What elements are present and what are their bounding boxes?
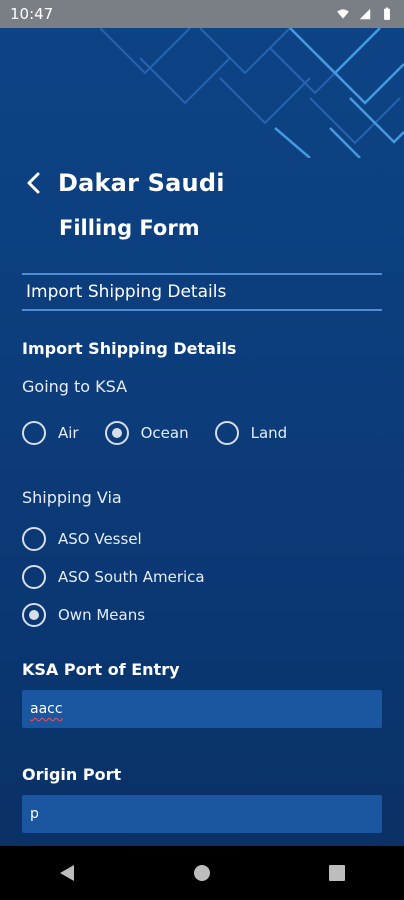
status-time: 10:47 [10,5,54,23]
status-bar: 10:47 [0,0,404,28]
radio-own-means[interactable]: Own Means [22,603,145,627]
header-row: Dakar Saudi [24,165,225,201]
radio-circle[interactable] [22,565,46,589]
radio-label-air: Air [58,424,79,442]
radio-circle[interactable] [22,421,46,445]
home-icon [193,865,210,881]
radio-aso-vessel[interactable]: ASO Vessel [22,527,142,551]
header-pattern [100,28,404,158]
app-screen: 10:47 Dakar Saudi Filling Form Import Sh… [0,0,404,900]
signal-icon [359,8,371,20]
shipping-via-label: Shipping Via [22,488,122,507]
going-to-ksa-label: Going to KSA [22,377,128,396]
radio-circle-selected[interactable] [104,421,129,445]
ksa-port-value: aacc [30,701,63,717]
wifi-icon [337,9,349,19]
radio-label-aso-south-america: ASO South America [58,568,205,586]
back-icon [60,865,75,881]
radio-label-ocean: Ocean [140,424,189,442]
ksa-port-input[interactable]: aacc [22,690,382,728]
radio-circle[interactable] [214,421,239,445]
system-nav-bar [0,846,404,900]
page-title: Dakar Saudi [58,169,225,197]
going-to-ksa-radio-group: Air Ocean Land [22,421,287,445]
radio-circle[interactable] [22,527,46,551]
nav-recents-button[interactable] [315,851,359,895]
page-subtitle: Filling Form [59,216,200,240]
status-icons [336,7,394,21]
radio-label-own-means: Own Means [58,606,146,624]
nav-back-button[interactable] [45,851,89,895]
radio-label-aso-vessel: ASO Vessel [58,530,142,548]
back-arrow-icon[interactable] [24,171,44,195]
radio-circle-selected[interactable] [22,603,46,627]
radio-label-land: Land [250,424,288,442]
section-heading: Import Shipping Details [22,339,237,358]
radio-aso-south-america[interactable]: ASO South America [22,565,205,589]
radio-ocean[interactable]: Ocean [104,421,189,445]
origin-port-value: p [30,806,39,822]
ksa-port-label: KSA Port of Entry [22,660,180,679]
recents-icon [328,865,345,881]
section-selector[interactable]: Import Shipping Details [22,273,382,311]
origin-port-input[interactable]: p [22,795,382,833]
radio-land[interactable]: Land [214,421,288,445]
origin-port-label: Origin Port [22,765,122,784]
radio-air[interactable]: Air [22,421,79,445]
battery-icon [384,7,390,20]
nav-home-button[interactable] [180,851,224,895]
